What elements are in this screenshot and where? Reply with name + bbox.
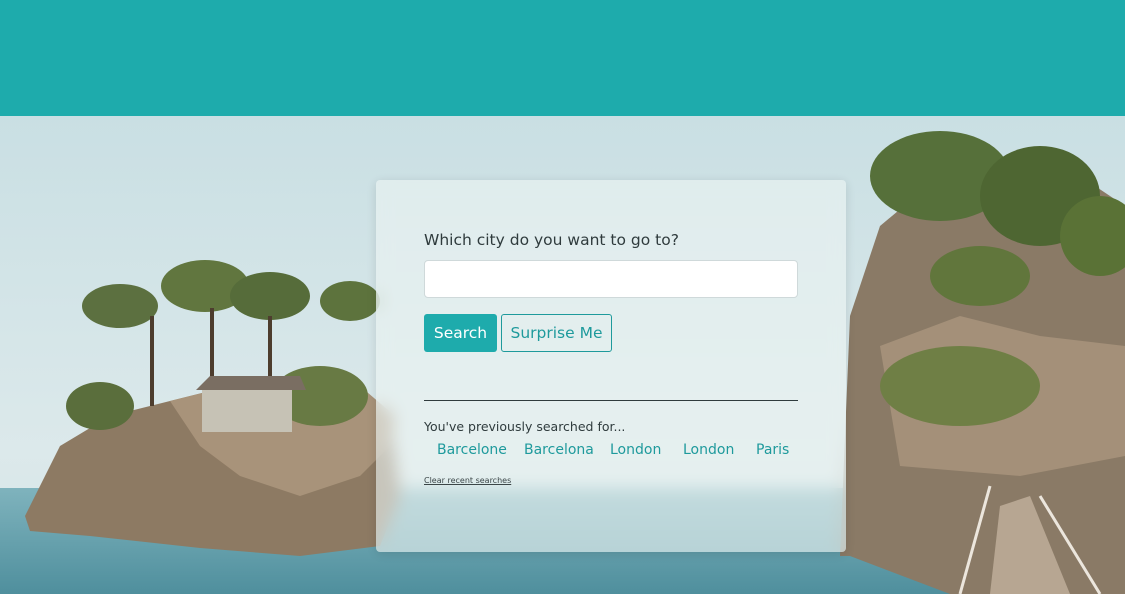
city-search-input[interactable] — [424, 260, 798, 298]
recent-search-item[interactable]: Barcelone — [437, 442, 524, 458]
top-bar — [0, 0, 1125, 116]
recent-search-item[interactable]: London — [610, 442, 683, 458]
clear-recent-searches-link[interactable]: Clear recent searches — [424, 476, 511, 485]
recent-search-item[interactable]: Barcelona — [524, 442, 610, 458]
recent-searches-list: Barcelone Barcelona London London Paris — [437, 442, 789, 458]
recent-search-item[interactable]: Paris — [756, 442, 789, 458]
recent-searches-label: You've previously searched for... — [424, 419, 626, 434]
search-button[interactable]: Search — [424, 314, 497, 352]
recent-search-item[interactable]: London — [683, 442, 756, 458]
surprise-me-button[interactable]: Surprise Me — [501, 314, 612, 352]
search-card: Which city do you want to go to? Search … — [376, 180, 846, 552]
divider — [424, 400, 798, 401]
city-prompt-label: Which city do you want to go to? — [424, 231, 679, 249]
